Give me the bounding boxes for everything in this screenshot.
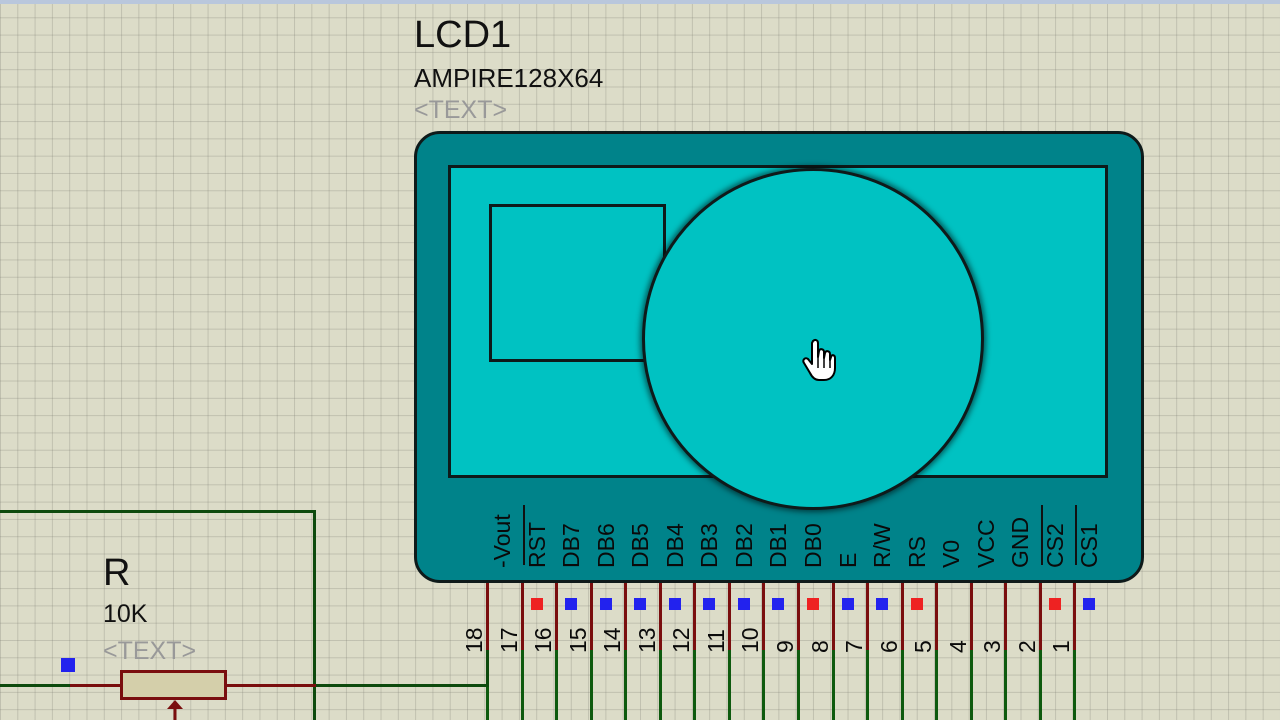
pin-name-label: DB0: [799, 523, 826, 568]
pot-lead-left: [70, 684, 121, 687]
pin-name-label: E: [834, 552, 861, 568]
pin-number-label: 10: [737, 627, 764, 653]
pin-name-label: V0: [938, 539, 965, 568]
pin-number-label: 11: [702, 629, 729, 653]
pin-name-label: DB7: [558, 523, 585, 568]
pin-number-label: 12: [668, 627, 695, 653]
pin-number-label: 4: [944, 640, 971, 653]
lcd-drawn-rectangle: [489, 204, 666, 362]
lcd-reference-label[interactable]: LCD1: [414, 14, 511, 57]
pin-name-label: CS2: [1041, 523, 1068, 568]
pin-state-marker-low: [599, 598, 612, 610]
pin-number-label: 9: [771, 640, 798, 653]
resistor-value-label[interactable]: 10K: [103, 600, 147, 629]
pin-name-label: DB2: [730, 523, 757, 568]
pin-name-label: -Vout: [489, 514, 515, 568]
pin-name-label: DB4: [661, 523, 688, 568]
window-top-edge: [0, 0, 1280, 4]
pin-number-label: 15: [564, 627, 591, 653]
wiper-arrow-icon: [167, 700, 183, 720]
pin-state-marker-low: [876, 598, 889, 610]
pin-number-label: 8: [806, 640, 833, 653]
pin-state-marker-low: [772, 598, 785, 610]
pin-state-marker-high: [910, 598, 923, 610]
pin-number-label: 6: [875, 640, 902, 653]
active-low-overbar: [1075, 505, 1078, 565]
pin-number-label: 14: [599, 627, 626, 653]
pin-state-marker-high: [1048, 598, 1061, 610]
pin-name-label: VCC: [972, 519, 999, 568]
pin-name-label: RS: [903, 536, 930, 568]
potentiometer-body[interactable]: [120, 670, 227, 700]
pin-name-label: RST: [523, 522, 550, 568]
wire-vout-down[interactable]: [486, 650, 489, 687]
wire-top-horizontal[interactable]: [0, 510, 316, 513]
lcd-value-label[interactable]: AMPIRE128X64: [414, 63, 603, 94]
wire-left-to-pot[interactable]: [0, 684, 72, 687]
lcd-text-placeholder[interactable]: <TEXT>: [414, 96, 507, 125]
pin-number-label: 18: [461, 627, 487, 653]
pin-name-label: R/W: [869, 523, 896, 568]
pin-number-label: 3: [979, 640, 1006, 653]
active-low-overbar: [522, 505, 525, 565]
pin-state-marker-low: [703, 598, 716, 610]
pin-state-marker-low: [841, 598, 854, 610]
resistor-reference-label[interactable]: R: [103, 552, 130, 595]
pin-state-marker-low: [737, 598, 750, 610]
pin-name-label: DB6: [592, 523, 619, 568]
hand-pointer-icon: [802, 338, 836, 381]
pin-state-marker-high: [530, 598, 543, 610]
pin-number-label: 1: [1048, 640, 1075, 653]
pin-number-label: 7: [841, 640, 868, 653]
pin-name-label: DB3: [696, 523, 723, 568]
pin-state-marker-low: [1083, 598, 1096, 610]
pin-state-marker-high: [806, 598, 819, 610]
pin-name-label: CS1: [1076, 523, 1103, 568]
active-low-overbar: [1040, 505, 1043, 565]
pin-state-marker-low: [668, 598, 681, 610]
resistor-text-placeholder[interactable]: <TEXT>: [103, 637, 196, 666]
wire-pot-to-lcd-vout[interactable]: [314, 684, 489, 687]
pin-name-label: DB1: [765, 523, 792, 568]
pin-number-label: 13: [633, 627, 660, 653]
pot-lead-right: [226, 684, 316, 687]
pin-number-label: 5: [910, 640, 937, 653]
pin-name-label: GND: [1007, 516, 1034, 568]
pin-state-marker-low: [61, 658, 75, 672]
pin-name-label: DB5: [627, 523, 654, 568]
wire-vertical-right[interactable]: [313, 510, 316, 720]
pin-number-label: 16: [530, 627, 557, 653]
pin-state-marker-low: [634, 598, 647, 610]
pin-number-label: 2: [1013, 640, 1040, 653]
pin-state-marker-low: [565, 598, 578, 610]
pin-number-label: 17: [495, 627, 522, 653]
